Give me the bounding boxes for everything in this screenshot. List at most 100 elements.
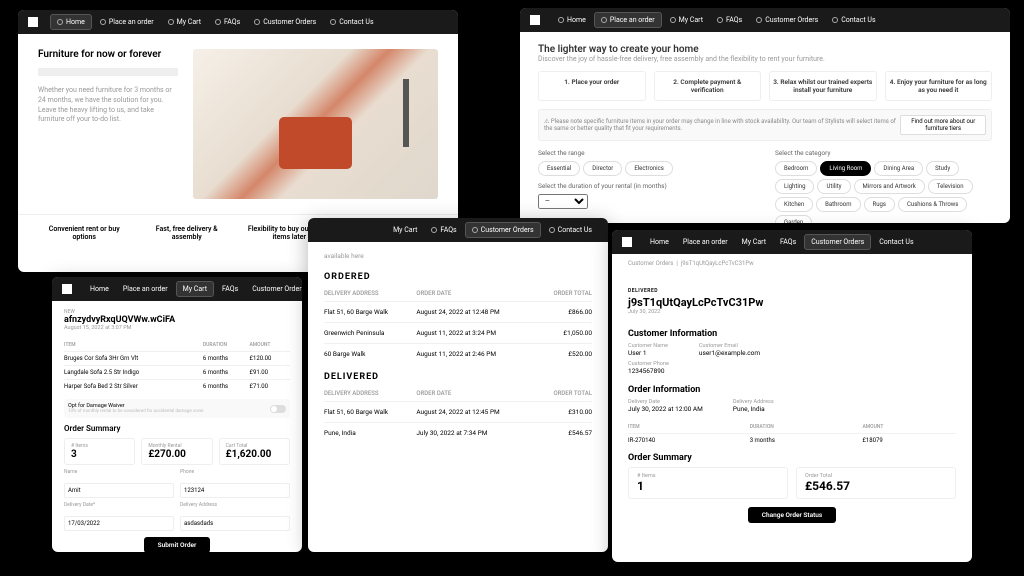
category-pill[interactable]: Lighting [775, 179, 814, 194]
list-icon [472, 227, 478, 233]
range-pill[interactable]: Director [583, 161, 622, 176]
nav-customer-orders[interactable]: Customer Orders [465, 222, 541, 238]
notice-more-button[interactable]: Find out more about our furniture tiers [900, 115, 986, 135]
nav-place-order[interactable]: Place an order [594, 12, 662, 28]
nav-home[interactable]: Home [552, 13, 592, 27]
nav-home[interactable]: Home [84, 282, 115, 296]
nav-faqs[interactable]: FAQs [209, 15, 246, 29]
list-icon [756, 17, 762, 23]
ordered-heading: ORDERED [324, 272, 592, 282]
nav-faqs[interactable]: FAQs [425, 223, 462, 237]
nav-place-order[interactable]: Place an order [117, 282, 174, 296]
topbar: Home Place an order My Cart FAQs Custome… [52, 277, 302, 301]
nav-place-order[interactable]: Place an order [94, 15, 160, 29]
customer-info-heading: Customer Information [628, 329, 956, 339]
table-row[interactable]: Flat 51, 60 Barge WalkAugust 24, 2022 at… [324, 302, 592, 323]
hero-body: Whether you need furniture for 3 months … [38, 86, 178, 125]
customer-orders-panel: My Cart FAQs Customer Orders Contact Us … [308, 218, 608, 552]
submit-order-button[interactable]: Submit Order [144, 537, 211, 552]
nav-place-order[interactable]: Place an order [677, 235, 734, 249]
address-input[interactable] [180, 516, 290, 531]
question-icon [717, 17, 723, 23]
category-pill[interactable]: Cushions & Throws [898, 197, 967, 212]
nav-faqs[interactable]: FAQs [774, 235, 802, 249]
category-pill[interactable]: Mirrors and Artwork [854, 179, 925, 194]
benefit-item: Fast, free delivery & assembly [136, 225, 239, 241]
cust-name: User 1 [628, 349, 669, 357]
breadcrumb[interactable]: Customer Orders | j9sT1qUtQayLcPcTvC31Pw [612, 254, 972, 273]
table-row: IR-2701403 months£18079 [628, 434, 956, 448]
table-row[interactable]: Pune, IndiaJuly 30, 2022 at 7:34 PM£546.… [324, 423, 592, 444]
nav-contact[interactable]: Contact Us [543, 223, 598, 237]
range-pill[interactable]: Essential [538, 161, 580, 176]
plus-icon [601, 17, 607, 23]
damage-waiver-row: Opt for Damage Waiver 10% of monthly ren… [64, 399, 290, 418]
nav-faqs[interactable]: FAQs [216, 282, 244, 296]
hero-section: Furniture for now or forever Whether you… [18, 34, 458, 214]
col-date: ORDER DATE [416, 386, 536, 402]
hero-divider [38, 68, 178, 76]
nav-customer-orders[interactable]: Customer Orders [248, 15, 322, 29]
nav-contact[interactable]: Contact Us [324, 15, 379, 29]
col-duration: DURATION [203, 339, 250, 352]
step-item: 2. Complete payment & verification [654, 71, 762, 101]
plus-icon [100, 19, 106, 25]
cart-id: afnzydvyRxqUQVWw.wCiFA [64, 315, 290, 325]
stock-notice: ⚠ Please note specific furniture items i… [538, 109, 992, 141]
col-item: ITEM [64, 339, 203, 352]
table-row[interactable]: Greenwich PeninsulaAugust 11, 2022 at 3:… [324, 323, 592, 344]
category-pill[interactable]: Dining Area [874, 161, 923, 176]
range-pill[interactable]: Electronics [625, 161, 673, 176]
category-label: Select the category [775, 149, 992, 157]
waiver-sub: 10% of monthly rental to be considered f… [68, 409, 205, 414]
waiver-toggle[interactable] [270, 405, 286, 413]
category-pill[interactable]: Rugs [864, 197, 895, 212]
name-label: Name [64, 469, 174, 475]
logo-icon [28, 17, 38, 27]
table-row[interactable]: 60 Barge WalkAugust 11, 2022 at 2:46 PM£… [324, 344, 592, 365]
summary-total: Cart Total£1,620.00 [219, 438, 290, 465]
nav-my-cart[interactable]: My Cart [664, 13, 709, 27]
date-label: Delivery Date* [64, 502, 174, 508]
order-id: j9sT1qUtQayLcPcTvC31Pw [628, 296, 956, 309]
topbar: Home Place an order My Cart FAQs Custome… [18, 10, 458, 34]
category-pill[interactable]: Garden [775, 215, 812, 223]
date-input[interactable] [64, 516, 174, 531]
nav-my-cart[interactable]: My Cart [162, 15, 207, 29]
duration-select[interactable]: — [538, 194, 588, 209]
nav-customer-orders[interactable]: Customer Orders [246, 282, 302, 296]
change-status-button[interactable]: Change Order Status [748, 507, 836, 523]
category-pill[interactable]: Television [928, 179, 973, 194]
category-pill[interactable]: Bedroom [775, 161, 817, 176]
category-pill[interactable]: Living Room [820, 161, 871, 176]
logo-icon [530, 15, 540, 25]
col-amount: AMOUNT [249, 339, 290, 352]
question-icon [215, 19, 221, 25]
category-pill[interactable]: Kitchen [775, 197, 813, 212]
name-input[interactable] [64, 483, 174, 498]
duration-label: Select the duration of your rental (in m… [538, 182, 755, 190]
nav-customer-orders[interactable]: Customer Orders [750, 13, 824, 27]
nav-faqs[interactable]: FAQs [711, 13, 748, 27]
nav-customer-orders[interactable]: Customer Orders [804, 234, 871, 250]
nav-my-cart[interactable]: My Cart [176, 281, 214, 297]
status-badge: DELIVERED [628, 288, 658, 294]
nav-contact[interactable]: Contact Us [873, 235, 919, 249]
nav-my-cart[interactable]: My Cart [387, 223, 423, 237]
nav-home[interactable]: Home [50, 14, 92, 30]
home-icon [57, 19, 63, 25]
nav-my-cart[interactable]: My Cart [736, 235, 772, 249]
steps-row: 1. Place your order 2. Complete payment … [538, 71, 992, 101]
table-row[interactable]: Flat 51, 60 Barge WalkAugust 24, 2022 at… [324, 402, 592, 423]
phone-input[interactable] [180, 483, 290, 498]
cart-created: August 15, 2022 at 3:07 PM [64, 325, 290, 331]
summary-title: Order Summary [64, 424, 290, 433]
nav-contact[interactable]: Contact Us [826, 13, 881, 27]
category-pill[interactable]: Utility [817, 179, 850, 194]
order-detail-panel: Home Place an order My Cart FAQs Custome… [612, 230, 972, 562]
summary-monthly: Monthly Rental£270.00 [141, 438, 212, 465]
delivered-heading: DELIVERED [324, 372, 592, 382]
category-pill[interactable]: Bathroom [816, 197, 860, 212]
category-pill[interactable]: Study [926, 161, 959, 176]
nav-home[interactable]: Home [644, 235, 675, 249]
